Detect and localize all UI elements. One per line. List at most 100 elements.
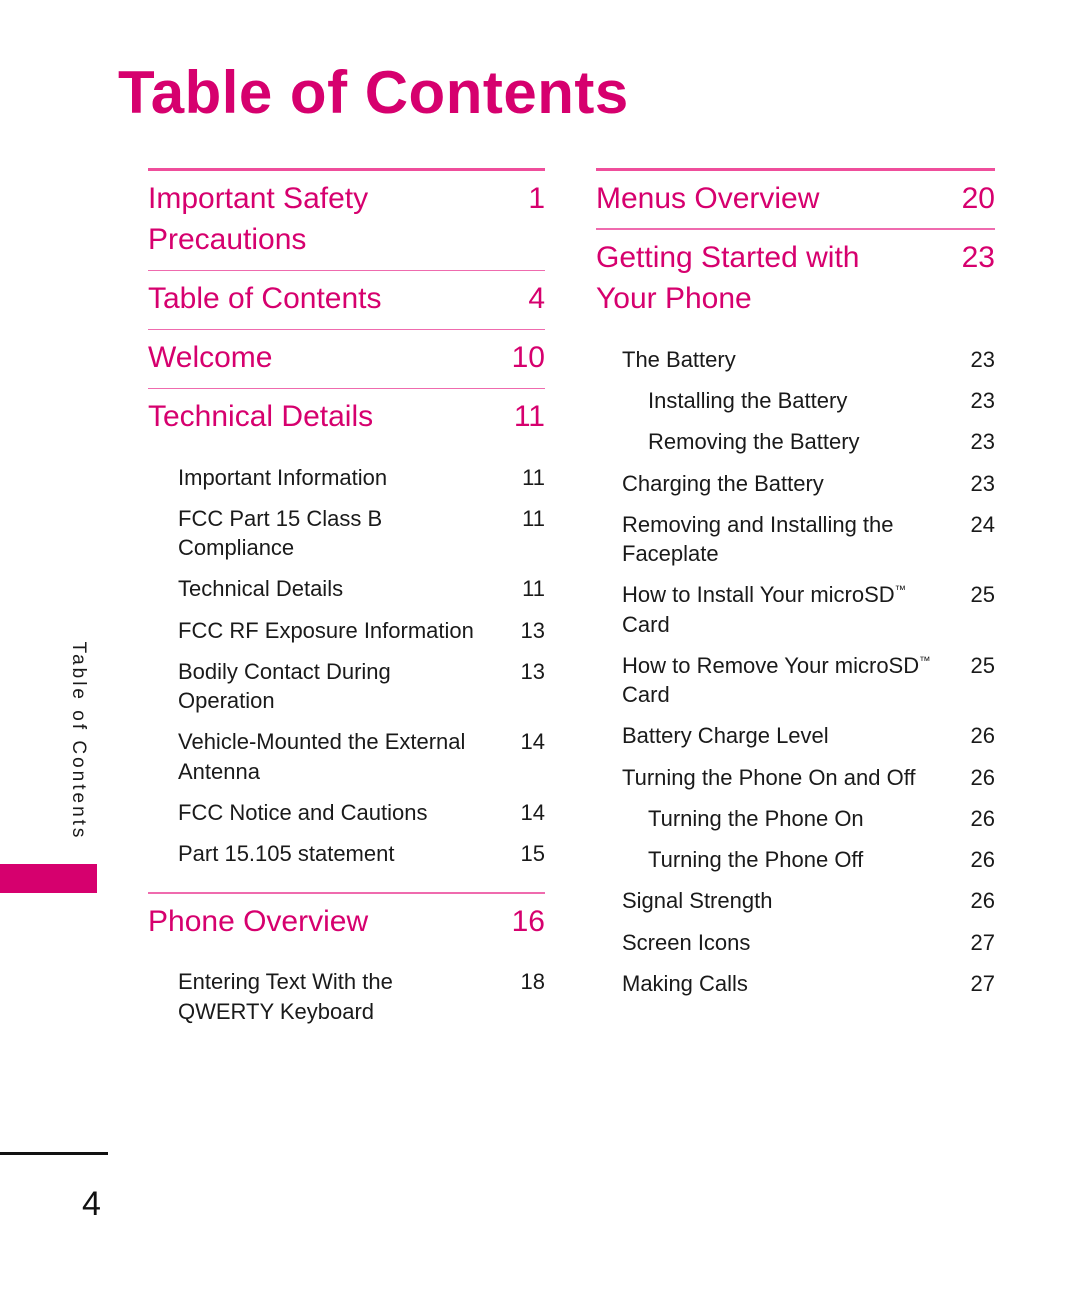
toc-entry-page: 23 [970,470,995,496]
toc-entry-label: Installing the Battery [648,388,848,414]
toc-entry-page: 15 [520,841,545,867]
toc-entry-sub[interactable]: Battery Charge Level 26 [622,715,995,756]
toc-entry-sub[interactable]: Turning the Phone Off 26 [648,839,995,880]
toc-entry-page: 14 [520,799,545,825]
toc-entry-page: 26 [970,888,995,914]
toc-entry-sub[interactable]: How to Install Your microSD™ Card 25 [622,574,995,645]
toc-entry-page: 26 [970,847,995,873]
toc-entry-label: Battery Charge Level [622,723,829,749]
toc-entry-major[interactable]: Important Safety Precautions 1 [148,171,545,270]
toc-entry-sub[interactable]: Bodily Contact During Operation 13 [178,651,545,722]
toc-entry-page: 11 [522,505,545,531]
toc-entry-page: 10 [511,341,545,375]
footer-page-number: 4 [82,1185,101,1223]
toc-entry-sub[interactable]: Entering Text With the QWERTY Keyboard 1… [178,961,545,1032]
toc-entry-sub[interactable]: FCC Part 15 Class B Compliance 11 [178,498,545,569]
toc-entry-page: 23 [970,346,995,372]
toc-entry-page: 13 [520,658,545,684]
toc-entry-major[interactable]: Getting Started with Your Phone 23 [596,230,995,329]
toc-entry-label: The Battery [622,346,736,372]
toc-entry-sub[interactable]: Technical Details 11 [178,568,545,609]
side-tab-marker [0,864,97,893]
toc-entry-sub[interactable]: Charging the Battery 23 [622,463,995,504]
toc-entry-sub[interactable]: Screen Icons 27 [622,922,995,963]
toc-entry-sub[interactable]: Important Information 11 [178,457,545,498]
toc-entry-sub[interactable]: FCC Notice and Cautions 14 [178,792,545,833]
toc-entry-label: Technical Details [178,576,344,602]
toc-entry-label: Making Calls [622,970,748,996]
toc-column-left: Important Safety Precautions 1 Table of … [148,168,545,1032]
toc-entry-sub[interactable]: Signal Strength 26 [622,880,995,921]
toc-entry-label: FCC Part 15 Class B Compliance [178,505,383,561]
toc-entry-page: 13 [520,617,545,643]
toc-entry-sub[interactable]: FCC RF Exposure Information 13 [178,610,545,651]
toc-entry-label: How to Remove Your microSD™ Card [622,652,931,708]
toc-entry-label: Bodily Contact During Operation [178,658,391,714]
toc-entry-label: Turning the Phone On [648,805,864,831]
toc-entry-sub[interactable]: Part 15.105 statement 15 [178,833,545,874]
toc-entry-label: Turning the Phone Off [648,847,864,873]
toc-entry-major[interactable]: Phone Overview 16 [148,894,545,951]
page-title: Table of Contents [118,59,629,126]
toc-entry-label: Entering Text With the QWERTY Keyboard [178,969,393,1024]
toc-entry-label: Turning the Phone On and Off [622,764,916,790]
toc-entry-major[interactable]: Table of Contents 4 [148,271,545,328]
toc-entry-label: Table of Contents [148,282,382,316]
toc-entry-page: 23 [961,240,995,274]
toc-entry-page: 26 [970,805,995,831]
toc-entry-label: Removing and Installing the Faceplate [622,511,894,567]
toc-entry-label: Getting Started with Your Phone [596,240,860,316]
toc-entry-label: Screen Icons [622,929,751,955]
toc-entry-label: How to Install Your microSD™ Card [622,582,907,637]
toc-entry-major[interactable]: Welcome 10 [148,330,545,387]
toc-entry-page: 26 [970,723,995,749]
toc-entry-label: Phone Overview [148,905,369,939]
toc-entry-page: 24 [970,511,995,537]
toc-entry-label: Menus Overview [596,182,820,215]
toc-entry-label: Part 15.105 statement [178,841,395,867]
footer-rule [0,1152,108,1155]
toc-entry-sub[interactable]: Removing and Installing the Faceplate 24 [622,504,995,575]
toc-entry-page: 25 [970,652,995,678]
side-tab-label: Table of Contents [68,641,89,841]
toc-entry-label: Important Safety Precautions [148,182,369,257]
toc-entry-label: Technical Details [148,400,374,434]
toc-entry-sub[interactable]: Vehicle-Mounted the External Antenna 14 [178,721,545,792]
toc-entry-page: 27 [970,929,995,955]
toc-entry-label: Removing the Battery [648,429,860,455]
toc-entry-sub[interactable]: Turning the Phone On and Off 26 [622,757,995,798]
toc-entry-sub[interactable]: The Battery 23 [622,339,995,380]
toc-entry-major[interactable]: Technical Details 11 [148,389,545,446]
toc-entry-label: Welcome [148,341,273,375]
toc-entry-label: Signal Strength [622,888,773,914]
toc-entry-page: 1 [528,182,545,215]
toc-entry-label: FCC RF Exposure Information [178,617,474,643]
toc-column-right: Menus Overview 20 Getting Started with Y… [596,168,995,1004]
toc-entry-page: 27 [970,970,995,996]
toc-entry-page: 11 [513,400,545,434]
toc-entry-label: Charging the Battery [622,470,824,496]
toc-entry-page: 18 [520,969,545,995]
toc-entry-sub[interactable]: How to Remove Your microSD™ Card 25 [622,645,995,716]
toc-entry-page: 25 [970,582,995,608]
toc-entry-page: 11 [522,464,545,490]
toc-entry-page: 11 [522,576,545,602]
toc-entry-page: 16 [511,905,545,939]
toc-entry-page: 23 [970,388,995,414]
toc-entry-sub[interactable]: Installing the Battery 23 [648,380,995,421]
toc-entry-page: 26 [970,764,995,790]
toc-entry-sub[interactable]: Turning the Phone On 26 [648,798,995,839]
toc-entry-label: Important Information [178,464,388,490]
toc-entry-page: 23 [970,429,995,455]
toc-entry-page: 4 [528,282,545,316]
toc-entry-page: 20 [961,182,995,215]
toc-entry-page: 14 [520,729,545,755]
toc-entry-major[interactable]: Menus Overview 20 [596,171,995,228]
toc-entry-sub[interactable]: Making Calls 27 [622,963,995,1004]
toc-entry-sub[interactable]: Removing the Battery 23 [648,421,995,462]
toc-entry-label: Vehicle-Mounted the External Antenna [178,729,466,784]
